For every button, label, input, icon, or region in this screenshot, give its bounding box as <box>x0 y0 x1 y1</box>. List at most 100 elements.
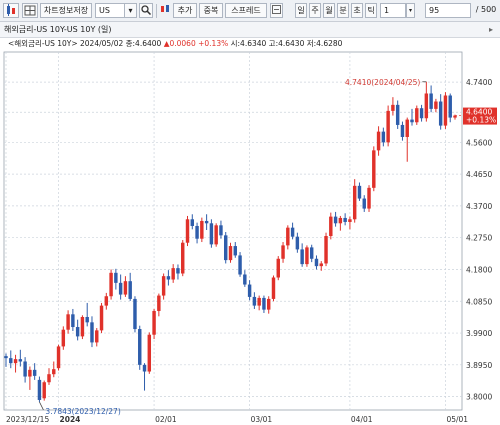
candle-body <box>75 327 80 337</box>
candle-body <box>152 310 156 335</box>
candle-body <box>338 217 343 224</box>
y-tick-label: 4.7400 <box>466 78 492 87</box>
candle-body <box>71 314 75 328</box>
y-tick-label: 4.0850 <box>466 297 492 306</box>
candle-body <box>305 247 309 265</box>
candlestick-chart[interactable]: 4.74004.65004.56004.46504.37004.27504.18… <box>0 0 500 425</box>
candle-body <box>214 225 218 245</box>
candle-body <box>66 314 70 330</box>
candle-body <box>142 364 147 372</box>
candle-body <box>333 216 338 224</box>
y-tick-label: 3.8950 <box>466 361 492 370</box>
y-tick-label: 4.2750 <box>466 234 492 243</box>
candle-body <box>410 119 414 123</box>
candle-body <box>85 316 89 323</box>
candle-body <box>276 258 280 278</box>
candle-body <box>80 316 85 337</box>
candle-body <box>157 295 161 311</box>
candle-body <box>90 322 94 343</box>
candle-body <box>204 220 209 224</box>
candle-body <box>266 298 271 310</box>
y-tick-label: 3.8000 <box>466 393 492 402</box>
candle-body <box>181 242 185 274</box>
x-tick-label: 02/01 <box>155 415 177 424</box>
candle-body <box>286 227 290 246</box>
candle-body <box>190 219 195 226</box>
low-annotation: 3.7843(2023/12/27) <box>45 407 120 416</box>
y-tick-label: 4.5600 <box>466 138 492 147</box>
candle-body <box>52 369 56 375</box>
candle-body <box>185 219 190 243</box>
y-tick-label: 4.3700 <box>466 202 492 211</box>
y-axis: 4.74004.65004.56004.46504.37004.27504.18… <box>466 78 492 402</box>
candle-body <box>161 276 166 296</box>
candle-body <box>114 272 118 283</box>
x-tick-label: 04/01 <box>351 415 373 424</box>
candle-body <box>95 330 99 343</box>
candle-body <box>247 284 252 297</box>
candle-body <box>443 95 448 126</box>
candle-body <box>438 101 443 126</box>
candle-body <box>367 187 371 209</box>
candle-body <box>295 236 300 250</box>
candle-body <box>4 356 8 359</box>
candle-body <box>209 223 214 245</box>
candle-body <box>434 101 438 109</box>
candle-body <box>243 274 247 285</box>
candle-body <box>228 246 233 261</box>
candle-body <box>372 150 376 188</box>
candle-body <box>56 346 61 369</box>
candle-body <box>381 131 386 143</box>
candle-body <box>343 217 347 222</box>
candle-body <box>429 93 433 109</box>
candle-body <box>13 359 18 364</box>
x-tick-label: 2023/12/15 <box>6 415 49 424</box>
candle-body <box>138 329 142 365</box>
candle-body <box>262 297 266 310</box>
candle-body <box>309 247 314 259</box>
candle-body <box>419 108 424 119</box>
x-axis: 2023/12/15 2024 02/01 03/01 04/01 05/01 <box>6 415 468 424</box>
candle-body <box>104 296 109 306</box>
candle-body <box>376 131 381 151</box>
candle-body <box>32 369 37 376</box>
candle-body <box>257 297 261 306</box>
candle-body <box>329 216 333 237</box>
candle-body <box>271 277 276 299</box>
candle-body <box>200 220 204 239</box>
candle-body <box>300 249 304 265</box>
candle-body <box>233 246 237 256</box>
high-annotation: 4.7410(2024/04/25) <box>345 78 420 87</box>
candle-body <box>147 334 152 372</box>
candle-body <box>118 282 123 295</box>
x-tick-label: 05/01 <box>446 415 468 424</box>
candle-body <box>395 104 400 125</box>
candle-body <box>352 185 357 220</box>
candle-body <box>166 276 171 280</box>
candle-body <box>319 263 323 267</box>
candle-body <box>362 198 366 209</box>
candle-body <box>109 272 113 297</box>
candle-body <box>391 104 395 111</box>
candle-body <box>252 296 257 306</box>
candle-body <box>128 281 132 299</box>
candle-body <box>176 268 180 274</box>
candle-body <box>28 369 32 377</box>
candle-body <box>123 281 128 295</box>
candle-body <box>42 382 46 399</box>
candle-body <box>448 95 452 118</box>
candle-body <box>400 124 405 137</box>
candle-body <box>453 115 457 118</box>
candle-body <box>37 379 42 400</box>
candle-body <box>357 185 362 199</box>
candle-body <box>424 93 429 119</box>
candle-body <box>219 225 223 236</box>
candle-body <box>224 235 228 261</box>
candle-body <box>415 108 419 123</box>
y-tick-label: 4.1800 <box>466 265 492 274</box>
candle-body <box>405 119 409 137</box>
candle-body <box>9 358 13 364</box>
price-tag-pct: +0.13% <box>466 116 496 125</box>
candle-body <box>348 219 352 222</box>
candle-body <box>23 361 27 377</box>
